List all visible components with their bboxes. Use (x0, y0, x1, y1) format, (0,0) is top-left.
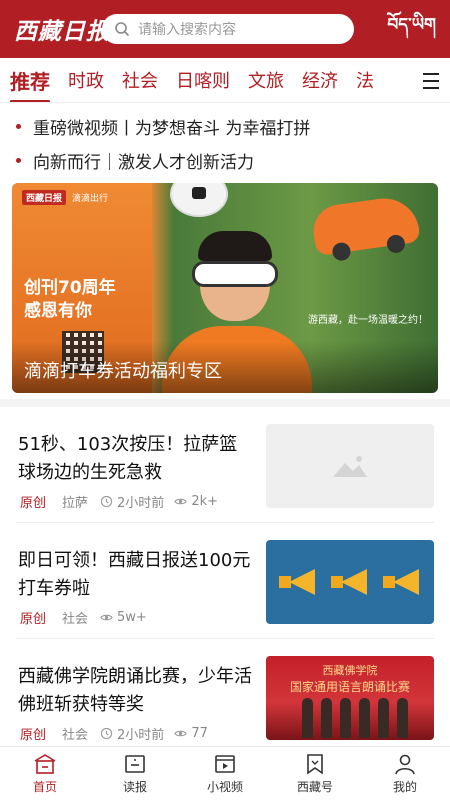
news-category: 拉萨 (62, 496, 89, 511)
nav-newspaper[interactable]: 读报 (90, 747, 180, 800)
bookmark-icon (307, 753, 323, 775)
tab-recommend[interactable]: 推荐 (10, 66, 50, 102)
tibetan-language-switch[interactable]: བོད་ཡིག (387, 5, 436, 53)
news-views: 77 (174, 726, 208, 741)
anniversary-line: 创刊70周年 (24, 278, 116, 298)
news-category: 社会 (62, 728, 89, 743)
news-item[interactable]: 西藏佛学院朗诵比赛，少年活佛班斩获特等奖 原创 社会 2小时前 77 西藏佛学院… (16, 639, 434, 755)
banner-caption: 滴滴打车券活动福利专区 (12, 341, 438, 393)
banner-brand-logo: 西藏日报 (22, 190, 67, 205)
news-views: 2k+ (174, 494, 218, 509)
tab-politics[interactable]: 时政 (68, 67, 104, 93)
news-item[interactable]: 即日可领！西藏日报送100元打车券啦 原创 社会 5w+ (16, 523, 434, 639)
eye-icon (174, 498, 188, 505)
headline-text: 向新而行｜激发人才创新活力 (33, 152, 254, 173)
thumb-banner-subtitle: 国家通用语言朗诵比赛 (289, 680, 410, 694)
news-meta: 原创 社会 2小时前 77 (20, 724, 218, 743)
news-category: 社会 (62, 612, 89, 627)
search-icon (115, 22, 130, 37)
news-thumbnail (266, 540, 434, 624)
banner-anniversary-text: 创刊70周年 感恩有你 (24, 277, 116, 323)
megaphone-icon (279, 569, 317, 595)
nav-short-video[interactable]: 小视频 (180, 747, 270, 800)
megaphone-icon (383, 569, 421, 595)
channel-tabs: 推荐 时政 社会 日喀则 文旅 经济 法 (0, 58, 450, 103)
views-text: 77 (191, 726, 208, 741)
clock-icon (100, 727, 113, 740)
thanks-line: 感恩有你 (24, 301, 92, 321)
nav-label: 首页 (32, 779, 57, 794)
toy-car-image (310, 193, 421, 257)
news-item[interactable]: 51秒、103次按压！拉萨篮球场边的生死急救 原创 拉萨 2小时前 2k+ (16, 407, 434, 523)
bullet-dot (16, 157, 21, 163)
search-placeholder: 请输入搜索内容 (138, 22, 236, 38)
app-logo: 西藏日报 (14, 18, 110, 45)
tab-economy[interactable]: 经济 (302, 67, 338, 93)
nav-label: 读报 (122, 779, 147, 794)
news-time: 2小时前 (100, 724, 164, 743)
banner-brand-row: 西藏日报 滴滴出行 (22, 190, 108, 205)
original-badge: 原创 (20, 496, 47, 511)
football-image (170, 183, 228, 217)
search-input[interactable]: 请输入搜索内容 (102, 14, 354, 44)
headline-item[interactable]: 重磅微视频丨为梦想奋斗 为幸福打拼 (16, 109, 434, 143)
nav-label: 小视频 (206, 779, 243, 794)
headline-text: 重磅微视频丨为梦想奋斗 为幸福打拼 (33, 118, 311, 139)
nav-label: 西藏号 (296, 779, 333, 794)
app-header: 西藏日报 请输入搜索内容 བོད་ཡིག (0, 0, 450, 58)
nav-home[interactable]: 首页 (0, 747, 90, 800)
newspaper-icon (125, 754, 145, 773)
home-icon (34, 753, 56, 774)
megaphone-icon (331, 569, 369, 595)
nav-xizang-account[interactable]: 西藏号 (270, 747, 360, 800)
news-time: 2小时前 (100, 492, 164, 511)
stage-people-image (302, 698, 408, 738)
banner-slogan: 游西藏，赴一场温暖之约！ (308, 315, 428, 326)
tab-society[interactable]: 社会 (122, 67, 158, 93)
time-text: 2小时前 (117, 728, 165, 743)
user-icon (395, 754, 415, 774)
headline-list: 重磅微视频丨为梦想奋斗 为幸福打拼 向新而行｜激发人才创新活力 (0, 103, 450, 177)
image-placeholder-icon (333, 456, 367, 477)
bullet-dot (16, 123, 21, 129)
tab-law[interactable]: 法 (356, 67, 374, 93)
news-meta: 原创 拉萨 2小时前 2k+ (20, 492, 228, 511)
original-badge: 原创 (20, 728, 47, 743)
eye-icon (100, 614, 113, 621)
nav-profile[interactable]: 我的 (360, 747, 450, 800)
tab-shigatse[interactable]: 日喀则 (176, 67, 230, 93)
thumb-banner-title: 西藏佛学院 (322, 664, 378, 677)
promo-banner[interactable]: 西藏日报 滴滴出行 创刊70周年 感恩有你 游西藏，赴一场温暖之约！ 滴滴打车券… (12, 183, 438, 393)
time-text: 2小时前 (117, 496, 165, 511)
views-text: 5w+ (117, 610, 147, 625)
eye-icon (174, 730, 188, 737)
news-title: 西藏佛学院朗诵比赛，少年活佛班斩获特等奖 (18, 666, 252, 715)
news-title: 51秒、103次按压！拉萨篮球场边的生死急救 (18, 434, 238, 483)
headline-item[interactable]: 向新而行｜激发人才创新活力 (16, 143, 434, 177)
video-icon (215, 754, 235, 773)
news-thumbnail (266, 424, 434, 508)
tab-culture-tourism[interactable]: 文旅 (248, 67, 284, 93)
menu-icon[interactable] (412, 58, 450, 102)
views-text: 2k+ (191, 494, 219, 509)
nav-label: 我的 (392, 779, 417, 794)
clock-icon (100, 495, 113, 508)
section-divider (0, 399, 450, 407)
didi-logo: 滴滴出行 (72, 194, 109, 204)
news-meta: 原创 社会 5w+ (20, 608, 157, 627)
news-thumbnail: 西藏佛学院 国家通用语言朗诵比赛 (266, 656, 434, 740)
bottom-nav: 首页 读报 小视频 西藏号 我的 (0, 746, 450, 800)
news-views: 5w+ (100, 610, 147, 625)
original-badge: 原创 (20, 612, 47, 627)
news-title: 即日可领！西藏日报送100元打车券啦 (18, 550, 251, 599)
